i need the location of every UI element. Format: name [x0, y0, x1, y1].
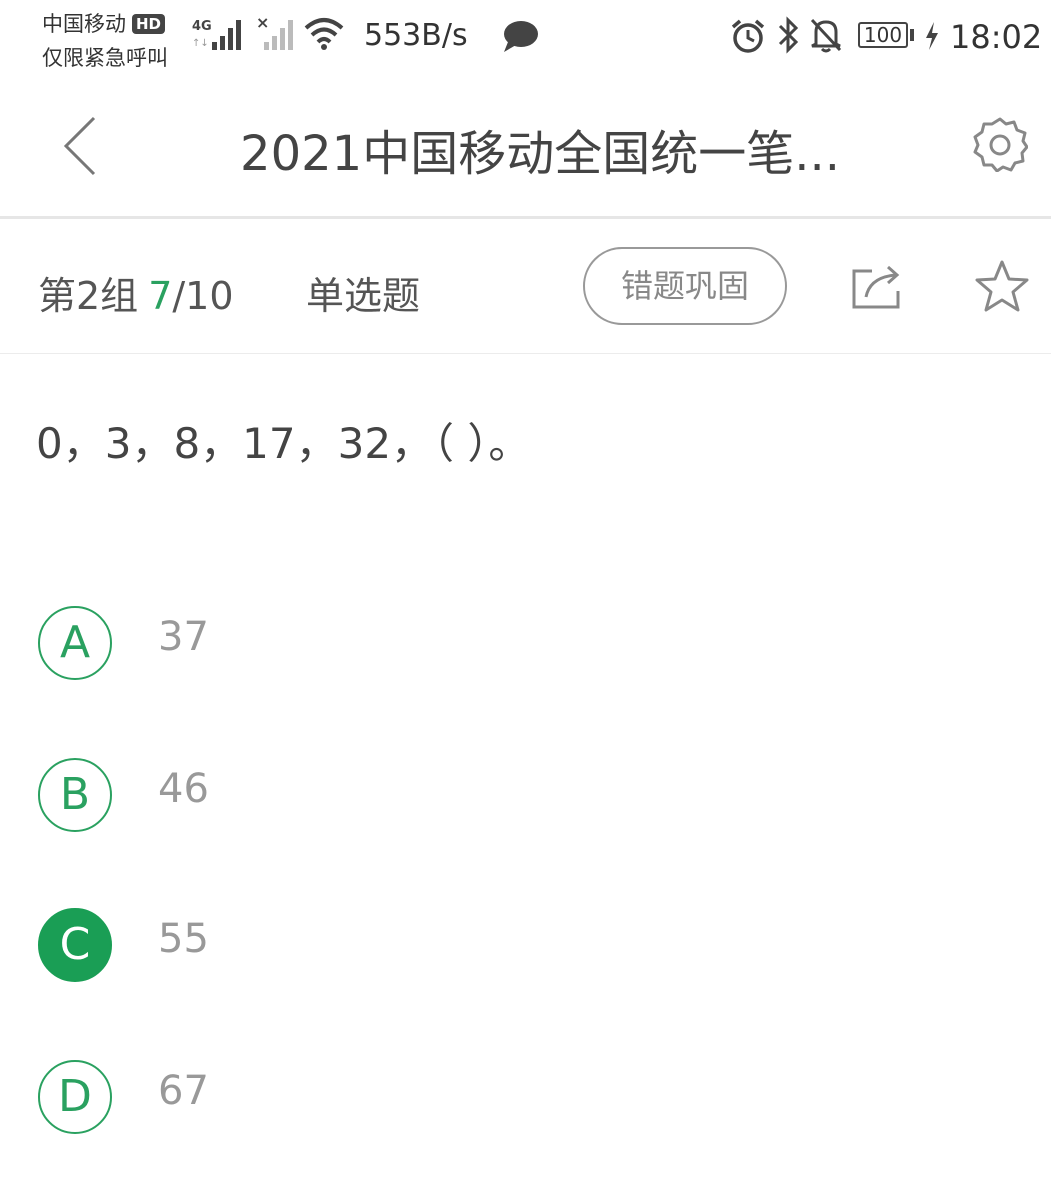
wifi-icon [304, 14, 344, 58]
hd-badge: HD [132, 14, 166, 34]
carrier-name: 中国移动 HD [42, 8, 166, 38]
option-letter-d: D [38, 1060, 112, 1134]
charging-icon [924, 22, 940, 54]
wrong-question-consolidate-button[interactable]: 错题巩固 [583, 247, 787, 325]
signal-icon: 4G ↑↓ [192, 14, 248, 58]
page-title: 2021中国移动全国统一笔... [240, 126, 840, 182]
bluetooth-icon [776, 16, 800, 58]
clock: 18:02 [950, 18, 1043, 56]
group-label: 第2组 [38, 274, 139, 318]
net-speed: 553B/s [364, 18, 468, 53]
question-text: 0，3，8，17，32，（ ）。 [36, 419, 531, 468]
status-bar: 中国移动 HD 仅限紧急呼叫 4G ↑↓ × 553B/s 100 18:02 [0, 0, 1051, 80]
option-letter-c: C [38, 908, 112, 982]
mute-icon [808, 16, 844, 58]
battery-nub [910, 29, 914, 41]
option-d[interactable]: D 67 [38, 1060, 1018, 1140]
emergency-only-label: 仅限紧急呼叫 [42, 46, 168, 70]
svg-text:↑↓: ↑↓ [192, 38, 209, 49]
option-text: 55 [158, 916, 209, 962]
star-icon[interactable] [974, 259, 1030, 319]
group-progress: 第2组 7/10 [38, 265, 234, 320]
share-icon[interactable] [850, 263, 902, 315]
option-text: 67 [158, 1068, 209, 1114]
svg-text:×: × [256, 14, 269, 32]
progress-current: 7 [148, 274, 173, 318]
question-meta-bar: 第2组 7/10 单选题 错题巩固 [0, 219, 1051, 354]
option-text: 37 [158, 614, 209, 660]
option-text: 46 [158, 766, 209, 812]
option-b[interactable]: B 46 [38, 758, 1018, 838]
battery-indicator: 100 [858, 22, 908, 48]
option-a[interactable]: A 37 [38, 606, 1018, 686]
chevron-left-icon[interactable] [60, 114, 100, 182]
option-letter-b: B [38, 758, 112, 832]
option-c[interactable]: C 55 [38, 908, 1018, 988]
option-letter-a: A [38, 606, 112, 680]
svg-text:4G: 4G [192, 19, 212, 34]
message-icon [502, 20, 540, 58]
no-signal-icon: × [256, 13, 296, 58]
question-type: 单选题 [306, 274, 421, 318]
app-header: 2021中国移动全国统一笔... [0, 80, 1051, 219]
alarm-icon [730, 18, 766, 58]
gear-icon[interactable] [972, 116, 1029, 176]
progress-total: /10 [172, 274, 234, 318]
